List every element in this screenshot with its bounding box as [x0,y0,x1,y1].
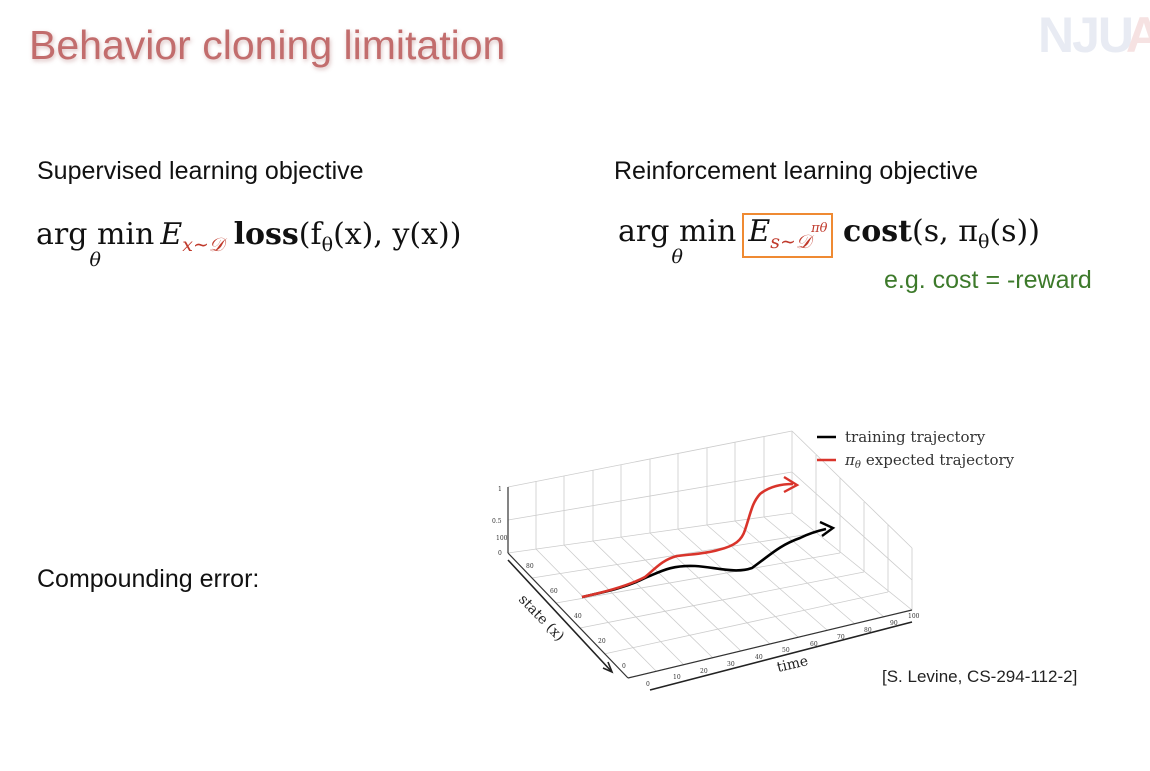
state-axis-label: state (x) [515,592,567,645]
legend-theta-subscript: θ [855,460,861,471]
time-tick-label: 0 [646,681,650,688]
time-tick-label: 50 [782,647,790,654]
state-tick-label: 100 [496,535,508,542]
z-tick-labels: 1 0.5 0 [492,486,502,557]
legend-expected-label: πθ expected trajectory [844,451,1015,471]
time-tick-label: 70 [837,634,845,641]
trajectory-3d-figure: 1 0.5 0 100 80 60 40 20 0 0 10 20 30 40 … [492,428,1015,691]
time-tick-label: 30 [727,661,735,668]
state-tick-label: 60 [550,588,558,595]
z-tick-label: 0 [498,550,502,557]
time-tick-label: 100 [908,613,920,620]
figure-legend: training trajectory πθ expected trajector… [817,428,1015,471]
citation: [S. Levine, CS-294-112-2] [882,667,1078,686]
state-tick-label: 0 [622,663,626,670]
time-tick-labels: 0 10 20 30 40 50 60 70 80 90 100 [646,613,920,688]
time-tick-label: 10 [673,674,681,681]
time-tick-label: 20 [700,668,708,675]
state-tick-label: 20 [598,638,606,645]
time-tick-label: 80 [864,627,872,634]
z-tick-label: 0.5 [492,518,502,525]
time-tick-label: 40 [755,654,763,661]
state-tick-label: 80 [526,563,534,570]
time-tick-label: 60 [810,641,818,648]
state-tick-label: 40 [574,613,582,620]
time-tick-label: 90 [890,620,898,627]
z-tick-label: 1 [498,486,502,493]
legend-expected-text: expected trajectory [866,451,1015,469]
legend-training-label: training trajectory [845,428,986,446]
